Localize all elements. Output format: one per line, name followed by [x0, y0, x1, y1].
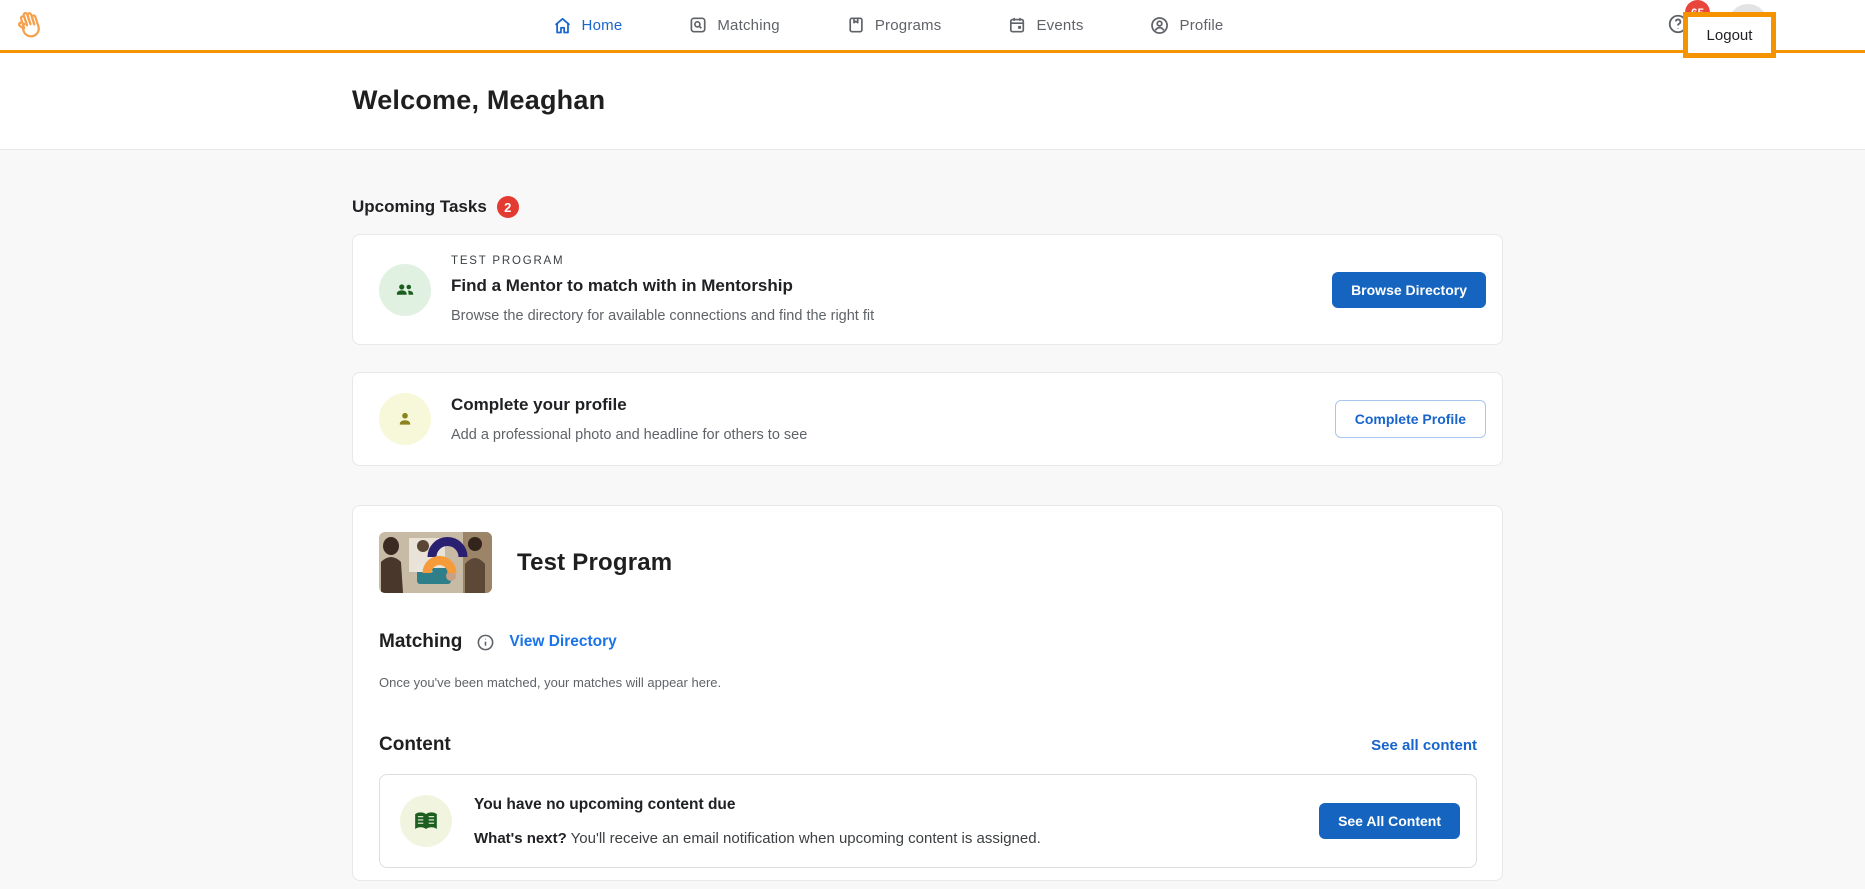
person-icon [379, 393, 431, 445]
top-navigation-bar: Home Matching Programs Events [0, 0, 1865, 53]
matching-icon [688, 15, 708, 35]
task-description: Browse the directory for available conne… [451, 308, 1332, 324]
info-icon[interactable] [476, 633, 495, 652]
tasks-count-badge: 2 [497, 196, 519, 218]
program-title: Test Program [517, 549, 672, 577]
nav-label: Matching [717, 17, 779, 34]
nav-item-matching[interactable]: Matching [688, 15, 779, 35]
main-content: Upcoming Tasks 2 TEST PROGRAM Find a Men… [0, 150, 1865, 881]
home-icon [552, 15, 573, 36]
app-logo-hand-icon[interactable] [12, 8, 46, 44]
content-empty-card: You have no upcoming content due What's … [379, 774, 1477, 868]
programs-icon [846, 15, 866, 35]
logout-label: Logout [1707, 27, 1753, 44]
task-program-overline: TEST PROGRAM [451, 255, 1332, 267]
content-card-body: You have no upcoming content due What's … [452, 796, 1319, 847]
task-title: Find a Mentor to match with in Mentorshi… [451, 276, 1332, 296]
content-empty-title: You have no upcoming content due [474, 796, 1319, 814]
events-icon [1007, 15, 1027, 35]
see-all-content-button[interactable]: See All Content [1319, 803, 1460, 839]
see-all-content-link[interactable]: See all content [1371, 737, 1477, 754]
header-right-controls: 65 Logout [1645, 0, 1865, 50]
task-description: Add a professional photo and headline fo… [451, 427, 1335, 443]
content-heading: Content [379, 734, 451, 756]
content-section-header: Content See all content [379, 734, 1477, 756]
matching-empty-text: Once you've been matched, your matches w… [379, 675, 1477, 690]
nav-label: Home [582, 17, 623, 34]
logout-button[interactable]: Logout [1683, 12, 1776, 58]
matching-section-header: Matching View Directory [379, 631, 1477, 653]
task-card-body: TEST PROGRAM Find a Mentor to match with… [431, 255, 1332, 324]
people-icon [379, 264, 431, 316]
task-card-body: Complete your profile Add a professional… [431, 395, 1335, 443]
view-directory-link[interactable]: View Directory [509, 633, 616, 651]
nav-item-profile[interactable]: Profile [1150, 15, 1224, 36]
browse-directory-button[interactable]: Browse Directory [1332, 272, 1486, 308]
complete-profile-button[interactable]: Complete Profile [1335, 400, 1486, 438]
upcoming-tasks-header: Upcoming Tasks 2 [352, 196, 1503, 218]
task-card-find-mentor: TEST PROGRAM Find a Mentor to match with… [352, 234, 1503, 345]
profile-icon [1150, 15, 1171, 36]
whats-next-label: What's next? [474, 830, 567, 847]
nav-item-home[interactable]: Home [552, 15, 623, 36]
nav-label: Profile [1180, 17, 1224, 34]
program-thumbnail-image [379, 532, 492, 593]
book-icon [400, 795, 452, 847]
nav-item-programs[interactable]: Programs [846, 15, 942, 35]
main-nav: Home Matching Programs Events [552, 0, 1224, 50]
nav-item-events[interactable]: Events [1007, 15, 1083, 35]
whats-next-text: You'll receive an email notification whe… [571, 830, 1041, 847]
welcome-band: Welcome, Meaghan [0, 53, 1865, 150]
nav-label: Programs [875, 17, 942, 34]
nav-label: Events [1036, 17, 1083, 34]
task-card-complete-profile: Complete your profile Add a professional… [352, 372, 1503, 466]
content-whats-next: What's next? You'll receive an email not… [474, 830, 1319, 847]
task-title: Complete your profile [451, 395, 1335, 415]
matching-heading: Matching [379, 631, 462, 653]
page-title: Welcome, Meaghan [352, 85, 1865, 116]
upcoming-tasks-label: Upcoming Tasks [352, 197, 487, 217]
program-card: Test Program Matching View Directory Onc… [352, 505, 1503, 881]
program-header: Test Program [379, 532, 1477, 593]
